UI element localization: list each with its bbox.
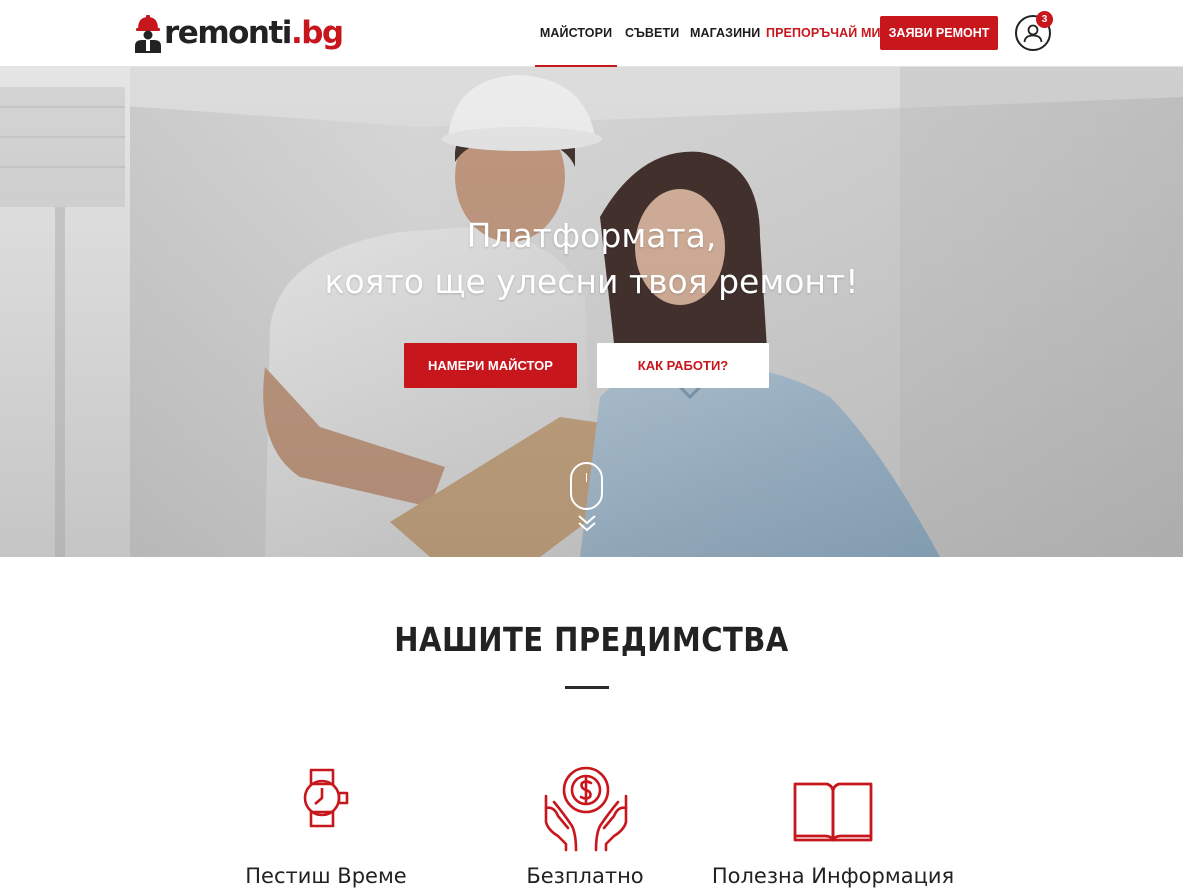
site-header: remonti.bg МАЙСТОРИ СЪВЕТИ МАГАЗИНИ ПРЕП… (0, 0, 1183, 68)
worker-helmet-logo-icon (135, 15, 161, 53)
open-book-icon (793, 782, 873, 842)
advantages-heading: НАШИТЕ ПРЕДИМСТВА (394, 620, 789, 659)
watch-icon (303, 768, 349, 828)
notification-badge: 3 (1036, 11, 1053, 28)
nav-item-stores[interactable]: МАГАЗИНИ (690, 0, 760, 67)
mouse-scroll-icon[interactable] (570, 462, 603, 510)
advantage-label-save-time: Пестиш Време (245, 864, 407, 888)
nav-item-recommend[interactable]: ПРЕПОРЪЧАЙ МИ (766, 0, 880, 67)
hero-section: Платформата, която ще улесни твоя ремонт… (0, 67, 1183, 557)
how-it-works-button[interactable]: КАК РАБОТИ? (597, 343, 769, 388)
hero-title: Платформата, която ще улесни твоя ремонт… (0, 213, 1183, 305)
advantage-label-useful-info: Полезна Информация (711, 864, 955, 888)
chevrons-down-icon[interactable] (576, 513, 598, 533)
nav-item-advice[interactable]: СЪВЕТИ (625, 0, 679, 67)
logo-wordmark: remonti.bg (164, 14, 344, 51)
hands-coin-icon (544, 766, 628, 852)
nav-item-masters[interactable]: МАЙСТОРИ (535, 0, 617, 68)
request-repair-button[interactable]: ЗАЯВИ РЕМОНТ (880, 16, 998, 50)
hero-title-line-2: която ще улесни твоя ремонт! (324, 262, 859, 301)
site-logo[interactable]: remonti.bg (133, 8, 344, 58)
heading-divider (565, 686, 609, 689)
hero-title-line-1: Платформата, (466, 216, 717, 255)
find-master-button[interactable]: НАМЕРИ МАЙСТОР (404, 343, 577, 388)
advantage-label-free: Безплатно (526, 864, 644, 888)
